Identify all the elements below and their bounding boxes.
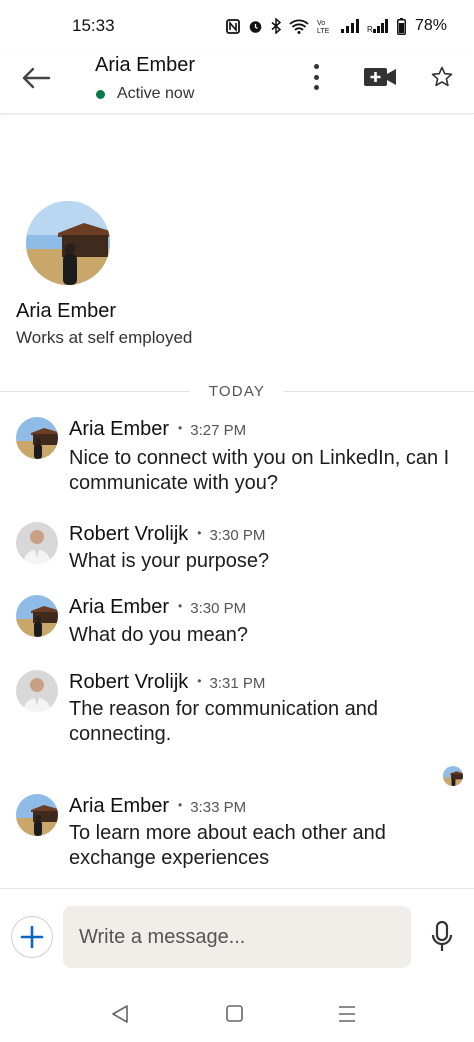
message-header: Aria Ember • 3:33 PM [69, 795, 246, 818]
message-time: 3:33 PM [190, 799, 247, 816]
conversation-header: Aria Ember Active now [0, 50, 474, 114]
date-divider-label: TODAY [208, 383, 266, 400]
battery-percent: 78% [415, 17, 448, 34]
nav-back-button[interactable] [111, 1004, 129, 1024]
sender-name[interactable]: Aria Ember [69, 418, 169, 441]
plus-icon [20, 925, 44, 949]
nav-home-button[interactable] [226, 1005, 243, 1022]
message-text: Nice to connect with you on LinkedIn, ca… [69, 447, 450, 494]
star-button[interactable] [430, 65, 454, 89]
sender-name[interactable]: Aria Ember [69, 596, 169, 619]
separator-dot: • [197, 526, 202, 540]
separator-dot: • [178, 798, 183, 812]
more-vertical-icon-dot [313, 85, 319, 90]
sender-avatar[interactable] [16, 794, 58, 836]
message-header: Robert Vrolijk • 3:31 PM [69, 671, 265, 694]
profile-headline: Works at self employed [16, 328, 193, 347]
back-button[interactable] [18, 64, 54, 92]
message-text: The reason for communication and connect… [69, 698, 379, 745]
message-time: 3:30 PM [209, 527, 266, 544]
message-time: 3:30 PM [190, 600, 247, 617]
aria-avatar-icon [16, 794, 58, 836]
message-input[interactable] [63, 906, 411, 968]
message-text: To learn more about each other and excha… [69, 822, 386, 869]
sender-avatar[interactable] [16, 417, 58, 459]
message-time: 3:27 PM [190, 422, 247, 439]
message-text: What do you mean? [69, 624, 248, 646]
message-header: Robert Vrolijk • 3:30 PM [69, 523, 265, 546]
status-bar: 15:33 Vo LTE R 78% [0, 0, 474, 50]
signal-roaming-icon: R [367, 19, 388, 33]
separator-dot: • [178, 599, 183, 613]
sender-name[interactable]: Robert Vrolijk [69, 671, 188, 694]
composer-divider [0, 888, 474, 889]
sender-avatar[interactable] [16, 670, 58, 712]
sender-name[interactable]: Robert Vrolijk [69, 523, 188, 546]
add-attachment-button[interactable] [11, 916, 53, 958]
presence-label: Active now [117, 85, 195, 102]
more-options-button[interactable] [306, 62, 326, 92]
svg-text:LTE: LTE [317, 28, 330, 34]
aria-avatar-icon [16, 417, 58, 459]
separator-dot: • [197, 674, 202, 688]
message-time: 3:31 PM [209, 675, 266, 692]
separator-dot: • [178, 421, 183, 435]
svg-text:Vo: Vo [317, 20, 325, 27]
bluetooth-icon [271, 18, 281, 34]
alarm-icon [249, 20, 262, 33]
nav-recents-button[interactable] [338, 1005, 356, 1023]
message-header: Aria Ember • 3:27 PM [69, 418, 246, 441]
system-nav-bar [0, 990, 474, 1042]
sender-name[interactable]: Aria Ember [69, 795, 169, 818]
profile-name[interactable]: Aria Ember [16, 300, 116, 323]
nfc-icon [226, 18, 240, 34]
message-header: Aria Ember • 3:30 PM [69, 596, 246, 619]
arrow-left-icon [22, 67, 51, 89]
status-icons: Vo LTE R 78% [226, 17, 447, 35]
active-dot-icon [96, 89, 105, 99]
read-receipt-avatar [443, 766, 463, 786]
volte-icon: VoLTE [317, 20, 330, 34]
microphone-button[interactable] [430, 920, 454, 954]
message-text: What is your purpose? [69, 550, 270, 572]
divider-line [284, 391, 474, 392]
more-vertical-icon [313, 64, 319, 69]
aria-avatar-icon [443, 766, 463, 786]
status-time: 15:33 [72, 16, 115, 35]
divider-line [0, 391, 190, 392]
more-vertical-icon-dot [313, 74, 319, 80]
robert-avatar-icon [16, 670, 58, 712]
video-call-button[interactable] [363, 64, 397, 90]
signal-icon [341, 19, 359, 33]
presence-status: Active now [95, 85, 194, 103]
sender-avatar[interactable] [16, 522, 58, 564]
wifi-icon [289, 19, 309, 34]
aria-avatar-icon [16, 595, 58, 637]
header-contact-name[interactable]: Aria Ember [95, 54, 195, 77]
profile-photo-icon [26, 201, 110, 285]
robert-avatar-icon [16, 522, 58, 564]
sender-avatar[interactable] [16, 595, 58, 637]
svg-text:R: R [367, 25, 373, 33]
profile-avatar[interactable] [26, 201, 110, 285]
battery-icon [397, 17, 406, 35]
